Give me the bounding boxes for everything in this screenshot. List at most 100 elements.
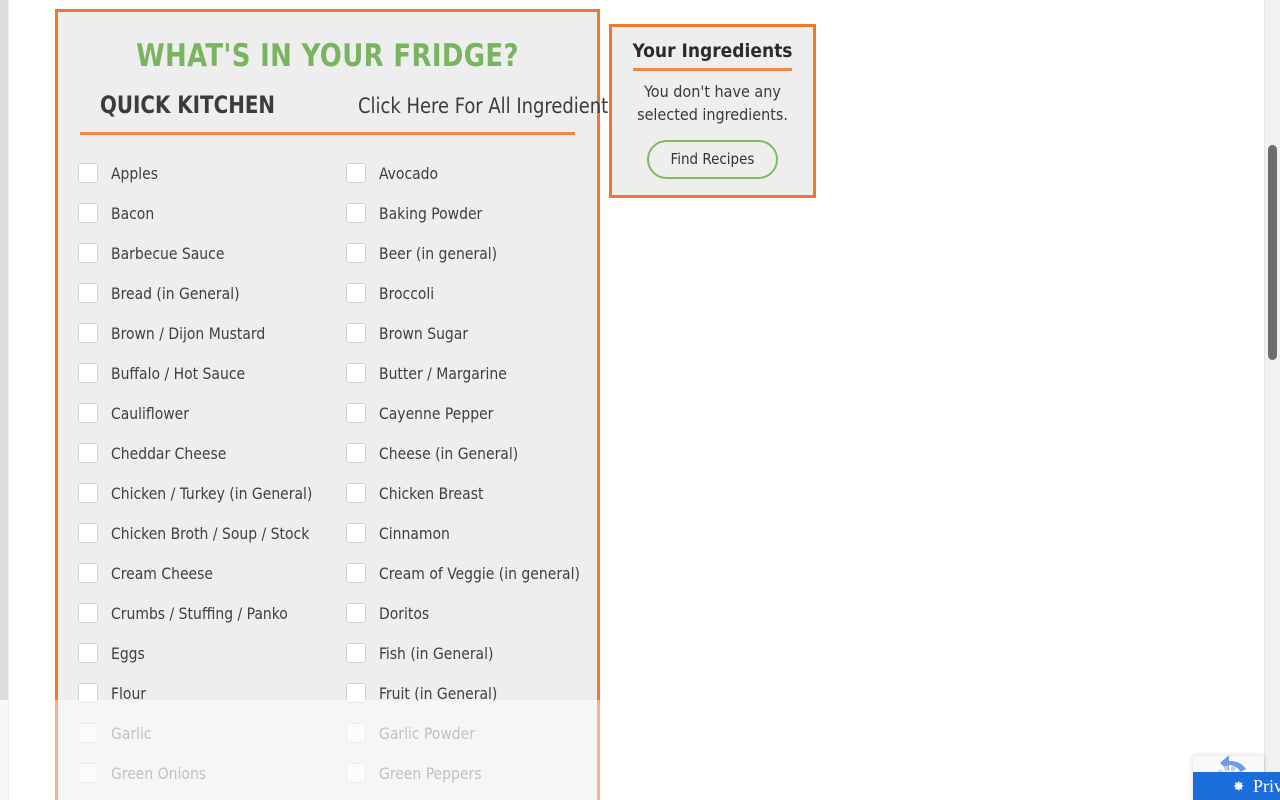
ingredient-checkbox[interactable] <box>78 323 98 343</box>
ingredient-label: Avocado <box>378 163 438 183</box>
fridge-panel: WHAT'S IN YOUR FRIDGE? QUICK KITCHEN Cli… <box>55 9 618 800</box>
page-title: WHAT'S IN YOUR FRIDGE? <box>136 38 519 74</box>
ingredient-checkbox[interactable] <box>78 243 98 263</box>
ingredient-checkbox[interactable] <box>345 363 366 383</box>
ingredient-row[interactable]: Doritos <box>345 593 598 633</box>
ingredient-label: Bacon <box>111 203 155 223</box>
ingredient-checkbox[interactable] <box>345 603 366 623</box>
ingredient-row[interactable]: Cauliflower <box>78 393 328 433</box>
ingredient-row[interactable]: Green Peppers <box>345 753 598 793</box>
ingredient-label: Baking Powder <box>378 203 482 223</box>
ingredient-row[interactable]: Chicken / Turkey (in General) <box>78 473 328 513</box>
ingredient-row[interactable]: Fruit (in General) <box>345 673 598 713</box>
ingredient-label: Buffalo / Hot Sauce <box>111 363 246 383</box>
ingredient-checkbox[interactable] <box>345 443 366 463</box>
ingredient-label: Cheese (in General) <box>378 443 518 463</box>
ingredient-row[interactable]: Cream of Veggie (in general) <box>345 553 598 593</box>
ingredient-row[interactable]: Cheddar Cheese <box>78 433 328 473</box>
ingredient-checkbox[interactable] <box>345 283 366 303</box>
ingredient-checkbox[interactable] <box>78 163 98 183</box>
ingredient-checkbox[interactable] <box>78 443 98 463</box>
ingredient-row[interactable]: Baking Powder <box>345 193 598 233</box>
ingredient-checkbox[interactable] <box>78 763 98 783</box>
tab-quick-kitchen[interactable]: QUICK KITCHEN <box>100 91 275 119</box>
ingredient-row[interactable]: Cheese (in General) <box>345 433 598 473</box>
left-scrollbar-thumb[interactable] <box>0 0 8 700</box>
ingredient-label: Butter / Margarine <box>378 363 507 383</box>
ingredient-checkbox[interactable] <box>78 603 98 623</box>
ingredient-label: Fish (in General) <box>378 643 493 663</box>
page-scrollbar-thumb[interactable] <box>1268 145 1277 360</box>
tab-all-ingredients[interactable]: Click Here For All Ingredients <box>358 94 618 118</box>
ingredient-label: Cheddar Cheese <box>111 443 227 463</box>
ingredient-row[interactable]: Cinnamon <box>345 513 598 553</box>
ingredient-label: Beer (in general) <box>378 243 497 263</box>
your-ingredients-title: Your Ingredients <box>632 40 793 71</box>
ingredient-checkbox[interactable] <box>345 323 366 343</box>
ingredient-checkbox[interactable] <box>78 563 98 583</box>
ingredient-row[interactable]: Brown Sugar <box>345 313 598 353</box>
ingredient-row[interactable]: Chicken Broth / Soup / Stock <box>78 513 328 553</box>
ingredient-row[interactable]: Broccoli <box>345 273 598 313</box>
ingredient-checkbox[interactable] <box>78 403 98 423</box>
your-ingredients-empty-message: You don't have any selected ingredients. <box>637 82 788 124</box>
ingredient-checkbox[interactable] <box>345 203 366 223</box>
ingredient-row[interactable]: Crumbs / Stuffing / Panko <box>78 593 328 633</box>
ingredient-row[interactable]: Ground Beef <box>78 793 328 800</box>
ingredient-checkbox[interactable] <box>345 523 366 543</box>
ingredient-row[interactable]: Honey <box>346 793 598 800</box>
ingredient-label: Broccoli <box>378 283 434 303</box>
find-recipes-button[interactable]: Find Recipes <box>646 140 779 180</box>
ingredient-row[interactable]: Bacon <box>78 193 328 233</box>
ingredient-label: Eggs <box>111 643 145 663</box>
recaptcha-privacy-bar[interactable]: Privacy <box>1193 772 1280 800</box>
ingredient-row[interactable]: Chicken Breast <box>345 473 598 513</box>
ingredient-checkbox[interactable] <box>345 163 366 183</box>
ingredient-row[interactable]: Cayenne Pepper <box>345 393 598 433</box>
ingredient-checkbox[interactable] <box>345 403 366 423</box>
ingredient-row[interactable]: Beer (in general) <box>345 233 598 273</box>
ingredient-row[interactable]: Eggs <box>78 633 328 673</box>
ingredient-checkbox[interactable] <box>345 243 366 263</box>
ingredient-row[interactable]: Green Onions <box>78 753 328 793</box>
ingredient-checkbox[interactable] <box>78 523 98 543</box>
ingredient-row[interactable]: Bread (in General) <box>78 273 328 313</box>
ingredient-checkbox[interactable] <box>78 683 98 703</box>
ingredient-checkbox[interactable] <box>345 723 366 743</box>
ingredient-row[interactable]: Flour <box>78 673 328 713</box>
ingredient-label: Cayenne Pepper <box>378 403 493 423</box>
page-scrollbar-track[interactable] <box>1264 0 1280 800</box>
ingredient-checkbox[interactable] <box>78 363 98 383</box>
your-ingredients-panel: Your Ingredients You don't have any sele… <box>609 24 816 199</box>
ingredient-checkbox[interactable] <box>345 763 366 783</box>
ingredient-checkbox[interactable] <box>78 723 98 743</box>
ingredient-label: Chicken / Turkey (in General) <box>111 483 313 503</box>
gear-icon <box>1234 781 1244 791</box>
left-scrollbar-track[interactable] <box>0 0 9 800</box>
ingredient-row[interactable]: Fish (in General) <box>345 633 598 673</box>
ingredient-label: Green Onions <box>111 763 207 783</box>
ingredient-row[interactable]: Butter / Margarine <box>345 353 598 393</box>
ingredient-row[interactable]: Garlic Powder <box>345 713 598 753</box>
ingredient-label: Chicken Breast <box>378 483 483 503</box>
recaptcha-privacy-label: Privacy <box>1253 775 1280 796</box>
ingredient-checkbox[interactable] <box>345 563 366 583</box>
ingredient-checkbox[interactable] <box>78 643 98 663</box>
ingredient-row[interactable]: Brown / Dijon Mustard <box>78 313 328 353</box>
tab-bar: QUICK KITCHEN Click Here For All Ingredi… <box>80 91 618 135</box>
ingredient-label: Bread (in General) <box>111 283 240 303</box>
ingredient-checkbox[interactable] <box>78 283 98 303</box>
ingredient-checkbox[interactable] <box>78 203 98 223</box>
ingredient-checkbox[interactable] <box>345 483 366 503</box>
ingredient-label: Flour <box>111 683 147 703</box>
ingredient-row[interactable]: Cream Cheese <box>78 553 328 593</box>
ingredient-row[interactable]: Apples <box>78 153 328 193</box>
ingredient-row[interactable]: Buffalo / Hot Sauce <box>78 353 328 393</box>
ingredient-checkbox[interactable] <box>78 483 98 503</box>
ingredient-row[interactable]: Garlic <box>78 713 328 753</box>
ingredient-row[interactable]: Avocado <box>345 153 598 193</box>
ingredient-label: Cauliflower <box>111 403 190 423</box>
ingredient-checkbox[interactable] <box>345 643 366 663</box>
ingredient-checkbox[interactable] <box>345 683 366 703</box>
ingredient-row[interactable]: Barbecue Sauce <box>78 233 328 273</box>
